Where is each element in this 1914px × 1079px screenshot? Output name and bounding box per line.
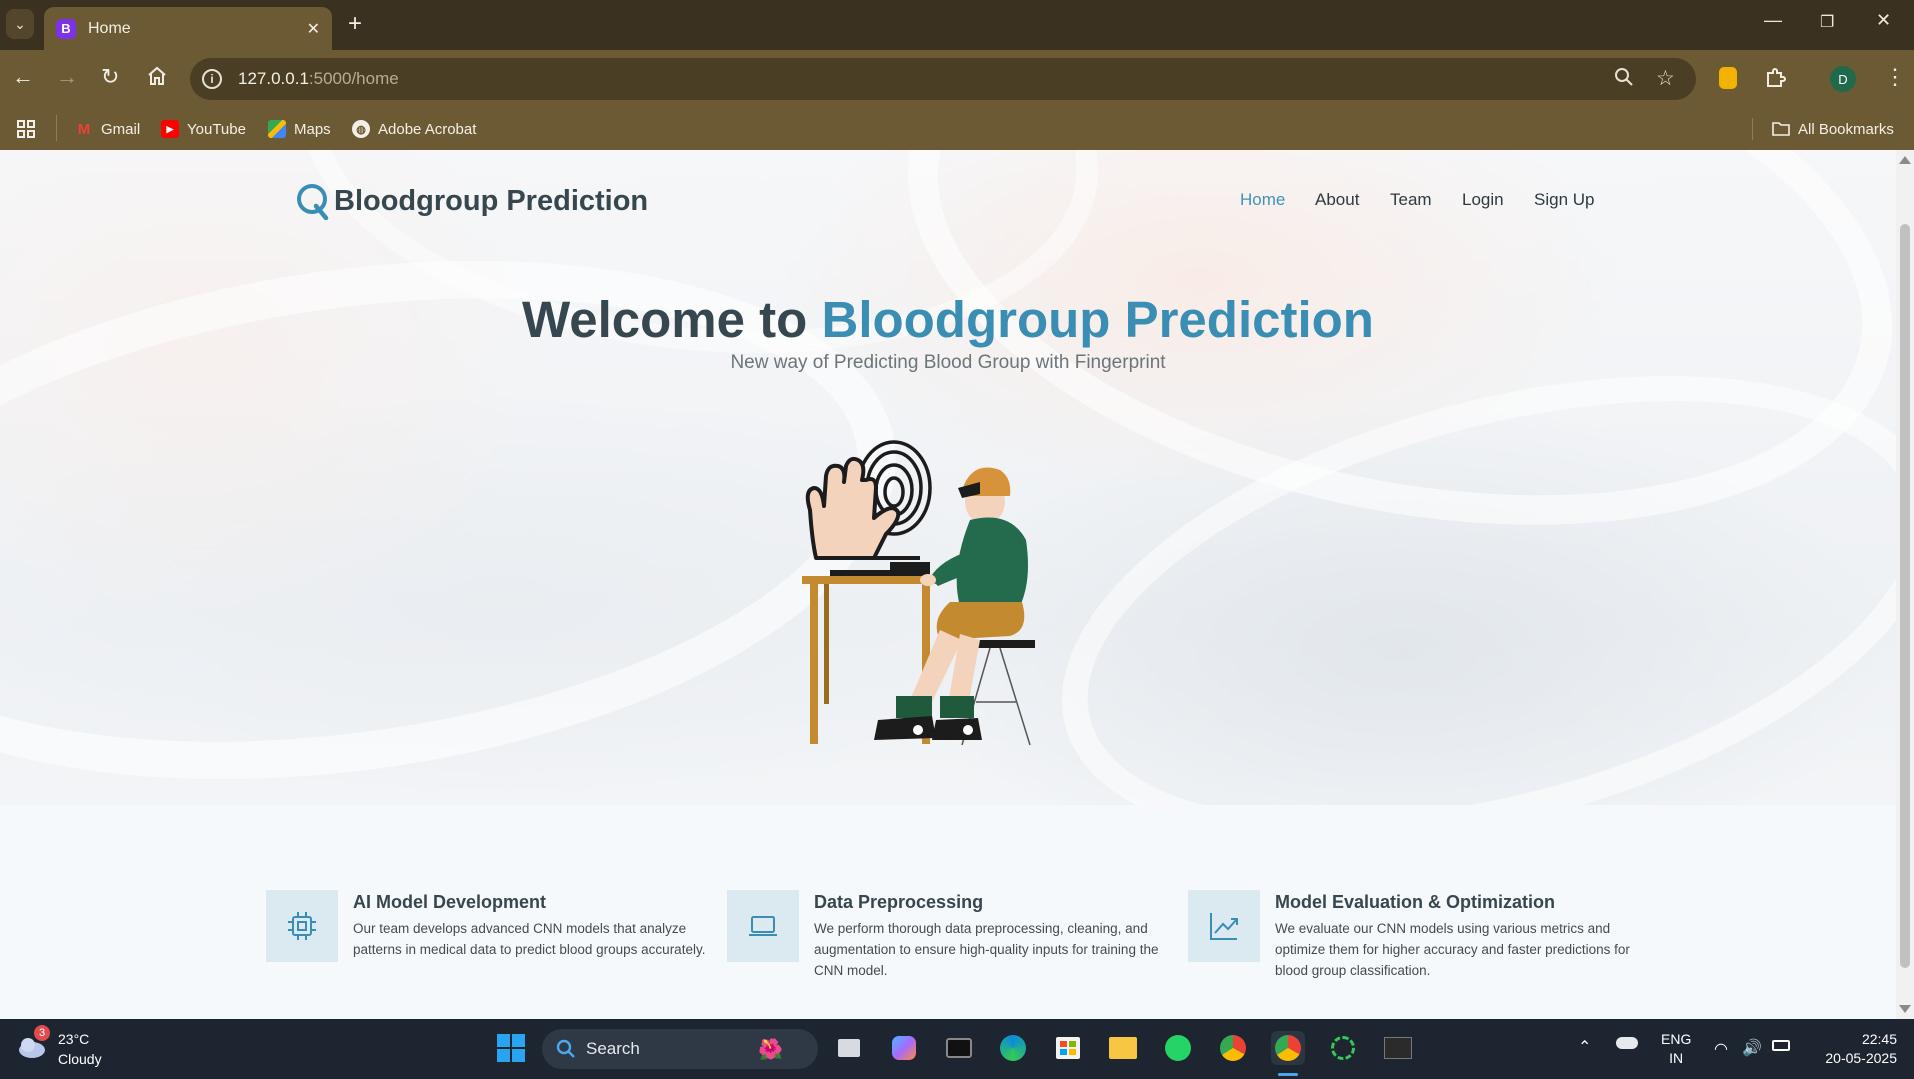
profile-avatar[interactable]: D [1830,66,1856,92]
windows-start-icon[interactable] [494,1031,528,1065]
hero-title: Welcome to Bloodgroup Prediction [522,291,1374,348]
home-icon[interactable] [146,65,168,92]
youtube-icon: ▶ [161,120,179,138]
active-indicator [1278,1073,1298,1076]
cpu-chip-icon [266,890,338,962]
bookmark-gmail[interactable]: M Gmail [75,118,140,140]
tab-search-button[interactable]: ⌄ [6,9,34,39]
language-indicator[interactable]: ENG IN [1661,1030,1691,1068]
battery-icon[interactable] [1772,1040,1790,1051]
task-view-icon[interactable] [832,1031,866,1065]
cloud-icon: 3 [16,1025,50,1061]
whatsapp-icon[interactable] [1161,1031,1195,1065]
puzzle-icon[interactable] [1764,67,1786,95]
nav-home[interactable]: Home [1240,190,1285,210]
weather-desc: Cloudy [58,1051,102,1067]
chrome-icon[interactable] [1216,1031,1250,1065]
taskbar-search[interactable]: Search 🌺 [542,1029,818,1069]
scroll-thumb[interactable] [1900,224,1910,968]
notification-badge: 3 [34,1025,50,1041]
tab-favicon: B [56,18,76,39]
reload-icon[interactable]: ↻ [101,65,119,89]
brand-name: Bloodgroup Prediction [334,184,649,217]
bookmark-adobe-acrobat[interactable]: ◍ Adobe Acrobat [352,118,476,140]
gmail-icon: M [77,120,91,138]
minimize-icon[interactable]: — [1764,10,1782,31]
star-icon[interactable]: ☆ [1656,66,1675,91]
new-tab-button[interactable]: + [348,12,362,36]
chrome-active-icon[interactable] [1271,1031,1305,1065]
chevron-down-icon: ⌄ [14,15,26,32]
nav-team[interactable]: Team [1390,190,1432,210]
url-text[interactable]: 127.0.0.1:5000/home [238,69,399,89]
zoom-icon[interactable] [1614,67,1634,93]
browser-toolbar: ← → ↻ i 127.0.0.1:5000/home ☆ D ⋮ [0,50,1914,108]
hero-subtitle: New way of Predicting Blood Group with F… [730,352,1166,373]
weather-widget[interactable]: 3 23°C Cloudy [16,1025,102,1069]
nav-sign-up[interactable]: Sign Up [1534,190,1594,210]
site-info-icon[interactable]: i [202,69,222,89]
menu-icon[interactable]: ⋮ [1884,64,1906,90]
clock[interactable]: 22:45 20-05-2025 [1813,1030,1897,1068]
windows-taskbar: 3 23°C Cloudy Search 🌺 ⌃ ENG IN ◠ 🔊 22:4… [0,1019,1914,1079]
weather-temp: 23°C [58,1031,90,1047]
divider [1752,118,1753,140]
all-bookmarks[interactable]: All Bookmarks [1772,118,1894,140]
forward-arrow-icon[interactable]: → [56,65,78,89]
nav-about[interactable]: About [1315,190,1359,210]
scroll-down-arrow-icon[interactable] [1899,1005,1911,1013]
edge-icon[interactable] [996,1031,1030,1065]
brand-logo[interactable]: Bloodgroup Prediction [296,182,649,221]
page-viewport: Bloodgroup Prediction Home About Team Lo… [0,150,1896,1019]
extension-yellow-icon[interactable] [1719,67,1737,89]
loading-app-icon[interactable] [1326,1031,1360,1065]
scroll-up-arrow-icon[interactable] [1899,156,1911,164]
line-chart-icon [1188,890,1260,962]
close-window-icon[interactable]: ✕ [1876,10,1891,31]
bookmark-maps[interactable]: Maps [268,118,331,140]
chevron-up-icon[interactable]: ⌃ [1578,1037,1591,1057]
divider [56,115,57,141]
nav-login[interactable]: Login [1462,190,1504,210]
onedrive-cloud-icon[interactable] [1616,1037,1638,1049]
maps-icon [268,120,286,138]
microsoft-store-icon[interactable] [1051,1031,1085,1065]
q-logo-icon [296,182,330,221]
tab-title: Home [88,19,131,37]
close-icon[interactable]: ✕ [307,19,320,39]
address-bar[interactable]: i 127.0.0.1:5000/home ☆ [190,58,1696,100]
tab-home[interactable]: B Home ✕ [44,7,332,50]
cmd-icon[interactable] [1381,1031,1415,1065]
volume-icon[interactable]: 🔊 [1742,1038,1762,1058]
tab-strip: ⌄ B Home ✕ + — ❐ ✕ [0,0,1914,50]
back-arrow-icon[interactable]: ← [12,65,34,89]
apps-grid-icon[interactable] [16,118,36,140]
copilot-icon[interactable] [887,1031,921,1065]
restore-icon[interactable]: ❐ [1820,12,1834,32]
folder-icon [1772,120,1790,138]
globe-icon: ◍ [352,120,370,138]
features-section: AI Model Development Our team develops a… [0,805,1896,1019]
page-scrollbar[interactable] [1896,150,1914,1019]
file-explorer-icon[interactable] [1106,1031,1140,1065]
wifi-icon[interactable]: ◠ [1714,1039,1728,1059]
laptop-icon [727,890,799,962]
terminal-icon[interactable] [942,1031,976,1065]
fingerprint-scanner-illustration [790,430,1050,750]
search-highlight-icon: 🌺 [758,1039,783,1061]
bookmark-youtube[interactable]: ▶ YouTube [161,118,246,140]
bookmarks-bar: M Gmail ▶ YouTube Maps ◍ Adobe Acrobat A… [0,108,1914,150]
search-icon [556,1039,575,1058]
